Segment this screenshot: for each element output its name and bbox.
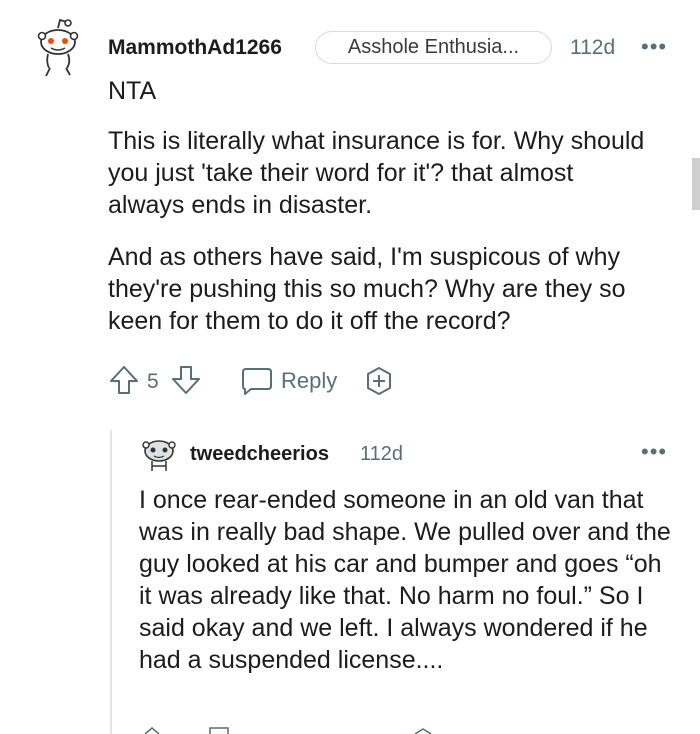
upvote-icon[interactable] <box>108 364 140 396</box>
thread-line[interactable] <box>110 430 112 734</box>
reply-user-avatar[interactable] <box>140 436 178 474</box>
comment-text-paragraph: And as others have said, I'm suspicous o… <box>108 243 626 335</box>
downvote-icon[interactable] <box>170 364 202 396</box>
reply-icon[interactable] <box>241 366 273 396</box>
next-actions-row <box>144 727 432 734</box>
user-avatar-snoo[interactable] <box>36 18 82 78</box>
reply-username[interactable]: tweedcheerios <box>190 443 329 466</box>
user-flair: Asshole Enthusia... <box>315 31 552 64</box>
comment-text-line: NTA <box>108 77 157 105</box>
reply-more-button[interactable]: ••• <box>641 441 667 463</box>
scrollbar-thumb[interactable] <box>692 158 700 210</box>
reply-text: I once rear-ended someone in an old van … <box>139 486 671 674</box>
award-icon[interactable] <box>363 365 395 397</box>
reply-age: 112d <box>360 443 404 465</box>
reply-button[interactable]: Reply <box>281 368 337 394</box>
comment-age: 112d <box>570 36 616 59</box>
comment-username[interactable]: MammothAd1266 <box>108 36 282 60</box>
comment-text-paragraph: This is literally what insurance is for.… <box>108 127 645 219</box>
comment-more-button[interactable]: ••• <box>641 36 667 58</box>
vote-count: 5 <box>147 370 159 393</box>
